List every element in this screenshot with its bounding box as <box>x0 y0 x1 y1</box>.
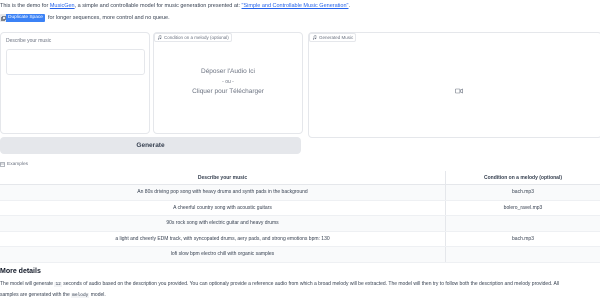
line2-b: model. <box>89 292 106 298</box>
line2-a: samples are generated with the <box>0 292 72 298</box>
examples-label: Examples <box>7 162 29 167</box>
generated-music-label: Generated Music <box>319 35 354 40</box>
examples-header-row: Describe your music Condition on a melod… <box>0 171 600 185</box>
describe-panel: Describe your music <box>0 32 150 134</box>
generated-music-panel: Generated Music <box>308 32 600 138</box>
more-details-line2: samples are generated with the melody mo… <box>0 290 600 301</box>
describe-label: Describe your music <box>6 38 52 44</box>
example-melody: bach.mp3 <box>445 184 600 201</box>
model-code: melody <box>71 293 90 298</box>
generate-button[interactable]: Generate <box>0 137 301 154</box>
duplicate-row: Duplicate Space for longer sequences, mo… <box>0 14 170 22</box>
example-melody <box>445 215 600 232</box>
column-header-melody: Condition on a melody (optional) <box>445 171 600 185</box>
example-description: lofi slow bpm electro chill with organic… <box>0 246 446 263</box>
example-description: An 80s driving pop song with heavy drums… <box>0 184 446 201</box>
click-upload-text: Cliquer pour Télécharger <box>192 88 264 95</box>
intro-middle: , a simple and controllable model for mu… <box>74 3 242 9</box>
melody-upload-panel[interactable]: Condition on a melody (optional) Déposer… <box>153 32 303 134</box>
more-details-text: The model will generate 12 seconds of au… <box>0 279 600 301</box>
describe-input[interactable] <box>6 49 145 75</box>
melody-label: Condition on a melody (optional) <box>164 35 229 40</box>
intro-suffix: . <box>348 3 350 9</box>
intro-prefix: This is the demo for <box>0 3 50 9</box>
example-melody <box>445 246 600 263</box>
duration-code: 12 <box>54 282 62 287</box>
examples-table: Describe your music Condition on a melod… <box>0 171 600 263</box>
upload-dropzone[interactable]: Déposer l'Audio Ici - ou - Cliquer pour … <box>154 67 302 97</box>
line1-a: The model will generate <box>0 281 55 287</box>
video-icon <box>455 81 463 99</box>
music-icon <box>312 35 317 40</box>
example-row[interactable]: An 80s driving pop song with heavy drums… <box>0 184 600 201</box>
line1-b: seconds of audio based on the descriptio… <box>61 281 560 287</box>
generated-music-tag: Generated Music <box>309 33 357 42</box>
example-row[interactable]: a light and cheerly EDM track, with sync… <box>0 231 600 247</box>
example-row[interactable]: 90s rock song with electric guitar and h… <box>0 215 600 232</box>
music-icon <box>157 35 162 40</box>
more-details-title: More details <box>0 268 41 275</box>
example-description: a light and cheerly EDM track, with sync… <box>0 231 446 247</box>
example-description: A cheerful country song with acoustic gu… <box>0 200 446 216</box>
or-text: - ou - <box>222 79 234 85</box>
example-melody: bolero_ravel.mp3 <box>445 200 600 216</box>
drop-audio-text: Déposer l'Audio Ici <box>201 68 255 75</box>
duplicate-text: for longer sequences, more control and n… <box>47 15 170 21</box>
melody-label-tag: Condition on a melody (optional) <box>154 33 232 42</box>
musicgen-link[interactable]: MusicGen <box>50 3 75 9</box>
examples-icon <box>0 162 5 167</box>
column-header-description: Describe your music <box>0 171 446 185</box>
examples-header: Examples <box>0 162 28 167</box>
example-row[interactable]: lofi slow bpm electro chill with organic… <box>0 246 600 263</box>
duplicate-space-button[interactable]: Duplicate Space <box>0 14 45 22</box>
intro-text: This is the demo for MusicGen, a simple … <box>0 3 350 9</box>
example-row[interactable]: A cheerful country song with acoustic gu… <box>0 200 600 216</box>
duplicate-space-label: Duplicate Space <box>6 14 45 22</box>
more-details-line1: The model will generate 12 seconds of au… <box>0 279 600 290</box>
example-description: 90s rock song with electric guitar and h… <box>0 215 446 232</box>
example-melody: bach.mp3 <box>445 231 600 247</box>
paper-link[interactable]: "Simple and Controllable Music Generatio… <box>242 3 349 9</box>
